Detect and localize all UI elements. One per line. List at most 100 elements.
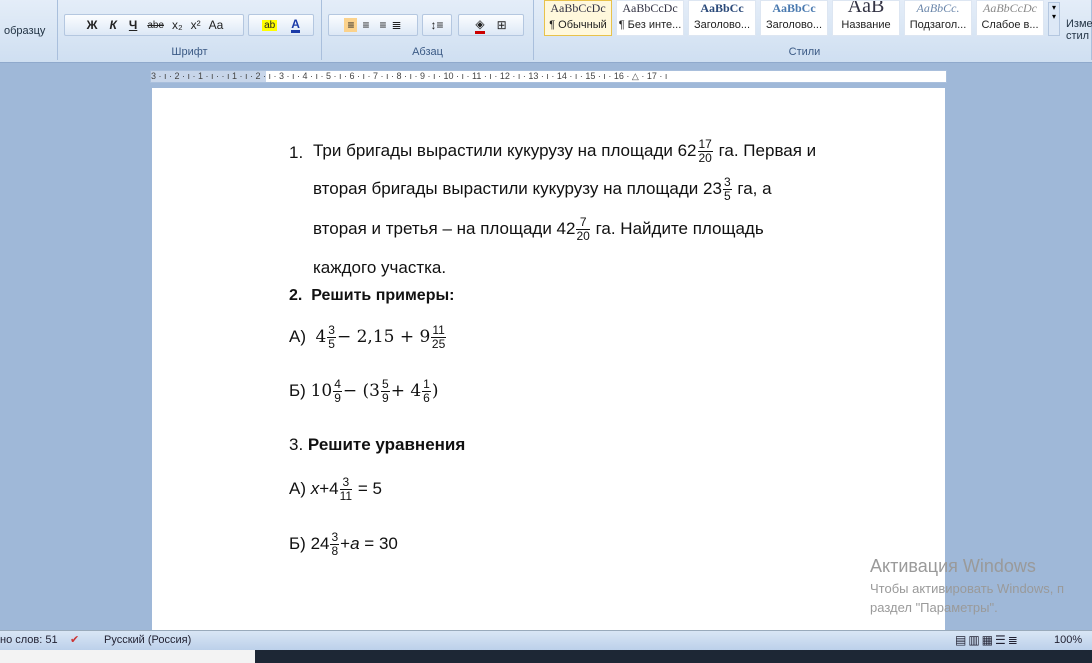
activation-watermark-line2: раздел "Параметры". xyxy=(870,600,998,615)
font-buttons: Ж К Ч abe x₂ x² Aa xyxy=(64,14,244,36)
taskbar-search[interactable] xyxy=(0,650,255,663)
style-label: Заголово... xyxy=(765,19,823,31)
equation-b: Б) 24 3 8 +a = 30 xyxy=(289,531,398,558)
fraction: 38 xyxy=(330,531,340,558)
style-subtle-emphasis[interactable]: AaBbCcDc Слабое в... xyxy=(976,0,1044,36)
equation-a: А) x+4 3 11 = 5 xyxy=(289,476,382,503)
text: вторая и третья – на площади 42 xyxy=(313,218,576,238)
task-1-number: 1. xyxy=(289,143,304,162)
fraction: 16 xyxy=(422,378,431,405)
style-no-spacing[interactable]: AaBbCcDc ¶ Без инте... xyxy=(616,0,684,36)
format-painter-button[interactable]: образцу xyxy=(4,25,45,37)
denominator: 5 xyxy=(723,189,731,203)
task-2-heading: 2. Решить примеры: xyxy=(289,287,454,305)
expression: − 2,15 + 9 xyxy=(336,326,431,347)
italic-button[interactable]: К xyxy=(109,18,116,32)
horizontal-ruler[interactable]: 3 · ı · 2 · ı · 1 · ı · · ı 1 · ı · 2 · … xyxy=(150,70,947,83)
text: га. Найдите площадь xyxy=(590,218,764,238)
underline-button[interactable]: Ч xyxy=(129,18,137,32)
style-label: ¶ Обычный xyxy=(549,19,607,31)
denominator: 20 xyxy=(698,151,712,165)
task-1-line-4: каждого участка. xyxy=(313,258,447,277)
zoom-level[interactable]: 100% xyxy=(1054,634,1082,646)
style-normal[interactable]: AaBbCcDc ¶ Обычный xyxy=(544,0,612,36)
word-count[interactable]: но слов: 51 xyxy=(0,634,58,646)
fraction: 49 xyxy=(333,378,342,405)
fraction: 7 20 xyxy=(576,216,590,243)
denominator: 20 xyxy=(576,229,590,243)
denominator: 9 xyxy=(334,391,341,405)
highlight-icon: ab xyxy=(262,19,278,31)
language-status[interactable]: Русский (Россия) xyxy=(104,634,191,646)
borders-icon: ⊞ xyxy=(496,18,507,32)
align-left-icon[interactable]: ≡ xyxy=(344,18,358,32)
fraction: 35 xyxy=(327,324,336,351)
document-page[interactable]: 1. Три бригады вырастили кукурузу на пло… xyxy=(152,88,945,633)
style-subtitle[interactable]: AaBbCc. Подзагол... xyxy=(904,0,972,36)
line-spacing-icon[interactable]: ↕≡ xyxy=(422,14,452,36)
text: га. Первая и xyxy=(713,140,817,160)
variable: a xyxy=(350,533,360,553)
fraction: 11 25 xyxy=(431,323,446,351)
numerator: 1 xyxy=(422,377,431,392)
justify-icon[interactable]: ≣ xyxy=(391,18,401,32)
task-3-title: Решите уравнения xyxy=(307,435,466,454)
numerator: 17 xyxy=(697,137,713,152)
font-group-label: Шрифт xyxy=(171,46,208,58)
view-buttons-icon[interactable]: ▤▥▦☰≣ xyxy=(955,633,1020,647)
style-label: Подзагол... xyxy=(909,19,967,31)
task-3-number: 3. xyxy=(289,435,304,454)
highlight-color-buttons[interactable]: ab A xyxy=(248,14,314,36)
style-label: Слабое в... xyxy=(981,19,1039,31)
example-a: А) 4 3 5− 2,15 + 9 11 25 xyxy=(289,324,447,351)
ruler-ticks: 3 · ı · 2 · ı · 1 · ı · · ı 1 · ı · 2 · … xyxy=(151,71,668,81)
styles-group: AaBbCcDc ¶ Обычный AaBbCcDc ¶ Без инте... … xyxy=(538,0,1092,60)
proofing-icon[interactable]: ✔ xyxy=(70,633,79,646)
numerator: 7 xyxy=(576,216,590,230)
align-right-icon[interactable]: ≡ xyxy=(379,18,386,32)
expression: ) xyxy=(431,380,439,401)
style-sample: AaB xyxy=(847,1,885,15)
fraction: 17 20 xyxy=(697,137,713,165)
styles-scroll-icon[interactable]: ▾ ▾ xyxy=(1048,2,1060,36)
fraction: 59 xyxy=(381,378,390,405)
shading-icon: ◈ xyxy=(475,17,485,34)
align-center-icon[interactable]: ≡ xyxy=(362,18,369,32)
denominator: 6 xyxy=(423,391,430,405)
text: = 5 xyxy=(353,478,382,498)
subscript-button[interactable]: x₂ xyxy=(172,18,183,32)
denominator: 9 xyxy=(382,391,389,405)
strikethrough-button[interactable]: abe xyxy=(147,20,164,31)
taskbar xyxy=(0,650,1092,663)
numerator: 11 xyxy=(431,323,446,338)
text: га, а xyxy=(732,178,772,198)
align-buttons[interactable]: ≡ ≡ ≡ ≣ xyxy=(328,14,418,36)
variable: x xyxy=(310,478,320,498)
style-sample: AaBbCcDc xyxy=(983,1,1037,15)
paragraph-group: ≡ ≡ ≡ ≣ ↕≡ ◈ ⊞ Абзац xyxy=(322,0,534,60)
change-case-button[interactable]: Aa xyxy=(209,18,224,32)
style-title[interactable]: AaB Название xyxy=(832,0,900,36)
style-sample: AaBbCcDc xyxy=(622,1,678,15)
shading-border-buttons[interactable]: ◈ ⊞ xyxy=(458,14,524,36)
expression: + 4 xyxy=(390,380,422,401)
change-styles-button[interactable]: Изме стил xyxy=(1066,18,1092,42)
task-2-number: 2. xyxy=(289,287,303,304)
activation-watermark-line1: Чтобы активировать Windows, п xyxy=(870,581,1065,596)
bold-button[interactable]: Ж xyxy=(87,18,98,32)
style-sample: AaBbCc. xyxy=(916,1,960,15)
style-label: Название xyxy=(841,19,891,31)
text: +4 xyxy=(319,478,339,498)
label: Б) xyxy=(289,533,306,553)
style-heading1[interactable]: AaBbCc Заголово... xyxy=(688,0,756,36)
whole: 4 xyxy=(315,326,327,347)
activation-watermark-title: Активация Windows xyxy=(870,556,1036,576)
style-heading2[interactable]: AaBbCc Заголово... xyxy=(760,0,828,36)
font-color-icon: A xyxy=(291,16,300,33)
denominator: 11 xyxy=(339,489,353,503)
numerator: 5 xyxy=(381,377,390,392)
label: Б) xyxy=(289,380,306,400)
whole: 10 xyxy=(310,380,333,401)
superscript-button[interactable]: x² xyxy=(191,18,201,32)
denominator: 5 xyxy=(328,337,335,351)
